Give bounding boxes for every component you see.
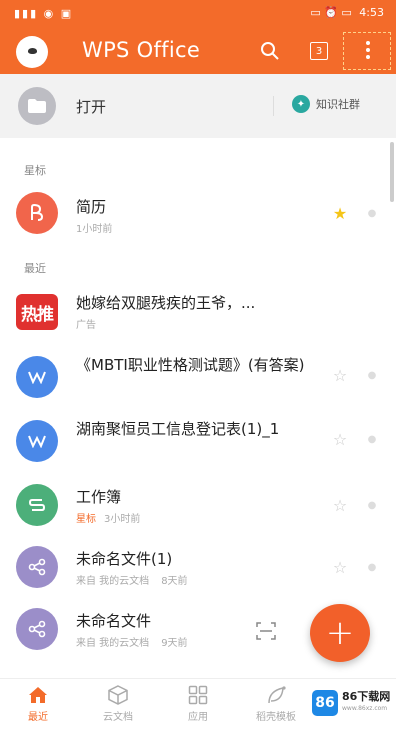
file-meta: 星标 3小时前 bbox=[76, 510, 140, 525]
scan-icon bbox=[256, 622, 276, 640]
plus-icon: + bbox=[325, 613, 355, 653]
watermark-name: 86下载网 bbox=[342, 690, 391, 703]
scan-button[interactable] bbox=[254, 620, 278, 642]
row-more-icon[interactable]: ● bbox=[364, 204, 380, 222]
file-time: 9天前 bbox=[161, 638, 188, 649]
community-icon: ✦ bbox=[292, 95, 310, 113]
community-label: 知识社群 bbox=[316, 98, 360, 111]
section-recent: 最近 bbox=[24, 262, 46, 275]
watermark-logo: 86 bbox=[312, 690, 338, 716]
row-more-icon[interactable]: ● bbox=[364, 558, 380, 576]
search-icon bbox=[261, 42, 279, 60]
tabs-button[interactable]: 3 bbox=[304, 36, 334, 66]
status-icons-left: ▮▮▮ ◉ ▣ bbox=[14, 7, 74, 20]
share-icon bbox=[16, 608, 58, 650]
word-icon bbox=[16, 420, 58, 462]
cube-icon bbox=[108, 685, 128, 705]
nav-label: 稻壳模板 bbox=[256, 712, 296, 723]
spreadsheet-icon bbox=[16, 484, 58, 526]
star-filled-icon[interactable]: ★ bbox=[331, 204, 349, 223]
tabs-icon: 3 bbox=[310, 42, 328, 60]
file-time: 3小时前 bbox=[104, 514, 141, 525]
more-button-frame[interactable] bbox=[343, 32, 391, 70]
star-outline-icon[interactable]: ☆ bbox=[331, 496, 349, 515]
grid-icon bbox=[188, 685, 208, 705]
nav-recent[interactable]: 最近 bbox=[8, 685, 68, 727]
file-name: 《MBTI职业性格测试题》(有答案) bbox=[76, 356, 305, 374]
file-row-mbti[interactable]: 《MBTI职业性格测试题》(有答案) ☆ ● bbox=[0, 346, 396, 410]
file-name: 工作簿 bbox=[76, 488, 122, 506]
row-more-icon[interactable]: ● bbox=[364, 496, 380, 514]
star-outline-icon[interactable]: ☆ bbox=[331, 558, 349, 577]
create-fab-button[interactable]: + bbox=[310, 604, 370, 662]
app-title: WPS Office bbox=[82, 38, 201, 62]
file-source: 来自 我的云文档 bbox=[76, 576, 150, 587]
share-icon bbox=[16, 546, 58, 588]
nav-templates[interactable]: 稻壳模板 bbox=[246, 685, 306, 727]
word-icon bbox=[16, 356, 58, 398]
star-outline-icon[interactable]: ☆ bbox=[331, 430, 349, 449]
row-more-icon[interactable]: ● bbox=[364, 366, 380, 384]
file-meta: 来自 我的云文档 9天前 bbox=[76, 634, 188, 649]
file-time: 8天前 bbox=[161, 576, 188, 587]
file-name: 她嫁给双腿残疾的王爷，... bbox=[76, 294, 256, 312]
file-row-workbook[interactable]: 工作簿 星标 3小时前 ☆ ● bbox=[0, 474, 396, 536]
nav-cloud-docs[interactable]: 云文档 bbox=[88, 685, 148, 727]
pdf-icon bbox=[16, 192, 58, 234]
list-item-ad[interactable]: 热推 她嫁给双腿残疾的王爷，... 广告 bbox=[0, 282, 396, 344]
file-name: 未命名文件(1) bbox=[76, 550, 173, 568]
scrollbar[interactable] bbox=[390, 142, 394, 202]
file-row-resume[interactable]: 简历 1小时前 ★ ● bbox=[0, 182, 396, 244]
ad-label: 广告 bbox=[76, 320, 96, 331]
nav-label: 应用 bbox=[188, 712, 208, 723]
open-row[interactable]: 打开 ✦ 知识社群 bbox=[0, 74, 396, 138]
nav-label: 云文档 bbox=[103, 712, 133, 723]
file-name: 简历 bbox=[76, 198, 107, 216]
section-starred: 星标 bbox=[24, 164, 46, 177]
file-meta: 1小时前 bbox=[76, 224, 113, 235]
star-outline-icon[interactable]: ☆ bbox=[331, 366, 349, 385]
file-row-untitled-1[interactable]: 未命名文件(1) 来自 我的云文档 8天前 ☆ ● bbox=[0, 536, 396, 598]
file-source: 来自 我的云文档 bbox=[76, 638, 150, 649]
community-button[interactable]: ✦ 知识社群 bbox=[292, 95, 360, 113]
file-name: 未命名文件 bbox=[76, 612, 152, 630]
file-row-hunan[interactable]: 湖南聚恒员工信息登记表(1)_1 ☆ ● bbox=[0, 410, 396, 474]
home-icon bbox=[29, 687, 47, 703]
folder-icon bbox=[18, 87, 56, 125]
file-name: 湖南聚恒员工信息登记表(1)_1 bbox=[76, 420, 280, 438]
status-icons-right: ▭ ⏰ ▭ 4:53 bbox=[310, 6, 384, 19]
status-time: 4:53 bbox=[359, 6, 384, 19]
avatar[interactable] bbox=[16, 36, 48, 68]
open-label: 打开 bbox=[76, 98, 107, 116]
status-bar: ▮▮▮ ◉ ▣ ▭ ⏰ ▭ 4:53 bbox=[0, 0, 396, 28]
status-right-icons: ▭ ⏰ ▭ bbox=[310, 6, 352, 19]
more-vertical-icon bbox=[366, 41, 370, 59]
star-tag: 星标 bbox=[76, 514, 96, 525]
nav-apps[interactable]: 应用 bbox=[168, 685, 228, 727]
app-bar: WPS Office 3 bbox=[0, 28, 396, 74]
site-watermark: 86 86下载网 www.86xz.com bbox=[312, 684, 392, 722]
nav-label: 最近 bbox=[28, 712, 48, 723]
watermark-text: 86下载网 www.86xz.com bbox=[342, 691, 390, 715]
hot-ad-icon: 热推 bbox=[16, 294, 58, 330]
row-more-icon[interactable]: ● bbox=[364, 430, 380, 448]
search-button[interactable] bbox=[255, 36, 285, 66]
leaf-icon bbox=[268, 686, 286, 704]
divider bbox=[273, 96, 274, 116]
watermark-url: www.86xz.com bbox=[342, 705, 388, 712]
file-meta: 来自 我的云文档 8天前 bbox=[76, 572, 188, 587]
